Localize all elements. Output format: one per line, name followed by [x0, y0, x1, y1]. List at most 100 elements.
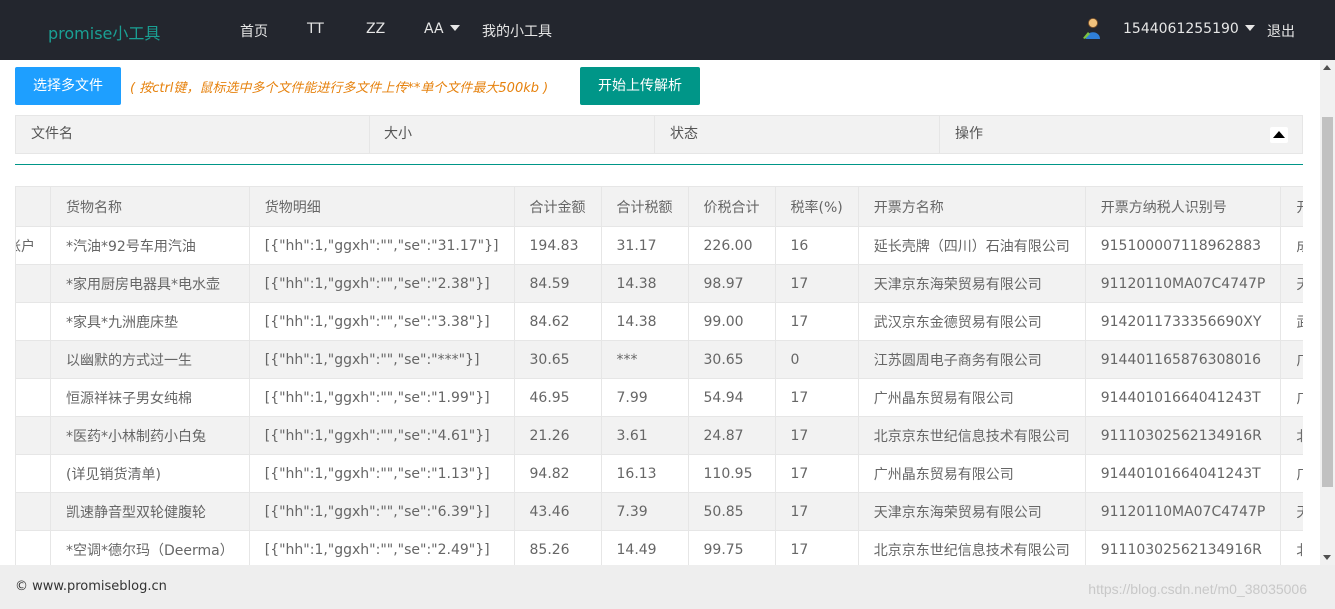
table-cell: 91440101664041243T	[1085, 454, 1282, 493]
table-row[interactable]: 银行账户*汽油*92号车用汽油[{"hh":1,"ggxh":"","se":"…	[16, 226, 1303, 265]
nav-item-zz[interactable]: ZZ	[366, 21, 385, 37]
watermark: https://blog.csdn.net/m0_38035006	[1088, 581, 1307, 597]
table-cell	[16, 378, 51, 417]
chevron-down-icon	[1244, 25, 1255, 31]
table-cell: 54.94	[688, 378, 776, 417]
table-cell: 99.00	[688, 302, 776, 341]
table-cell: ***	[601, 340, 689, 379]
table-cell: 7.99	[601, 378, 689, 417]
column-header[interactable]: 价税合计	[688, 186, 776, 227]
column-header[interactable]: 开票方地址及电话	[1280, 186, 1303, 227]
table-cell: 194.83	[514, 226, 602, 265]
column-filename: 文件名	[16, 116, 370, 153]
table-row[interactable]: (详见销货清单) [{"hh":1,"ggxh":"","se":"1.13"}]…	[16, 454, 1303, 493]
top-navbar: promise小工具 首页 TT ZZ AA 我的小工具 15440612551…	[0, 0, 1335, 60]
nav-item-home[interactable]: 首页	[240, 21, 268, 41]
table-cell	[16, 530, 51, 565]
table-cell: 91110302562134916R	[1085, 530, 1282, 565]
user-menu[interactable]: 1544061255190	[1123, 21, 1255, 37]
scroll-up-icon[interactable]	[1323, 65, 1331, 70]
table-cell: 广州市黄埔区九龙镇	[1280, 378, 1303, 417]
column-action: 操作	[955, 126, 983, 142]
table-row[interactable]: *家具*九洲鹿床垫 [{"hh":1,"ggxh":"","se":"3.38"}…	[16, 302, 1303, 341]
table-cell	[16, 454, 51, 493]
select-files-button[interactable]: 选择多文件	[15, 67, 121, 105]
nav-item-my-tools[interactable]: 我的小工具	[482, 21, 552, 41]
table-cell: 广州市黄埔区九龙镇	[1280, 454, 1303, 493]
table-cell: 914401165876308016	[1085, 340, 1282, 379]
table-cell: 广州晶东贸易有限公司	[858, 454, 1086, 493]
table-cell: *空调*德尔玛（Deerma）	[50, 530, 250, 565]
table-cell: 46.95	[514, 378, 602, 417]
table-cell	[16, 264, 51, 303]
username: 1544061255190	[1123, 21, 1239, 37]
table-cell: 7.39	[601, 492, 689, 531]
table-cell: 北京京东世纪信息技术有限公司	[858, 530, 1086, 565]
table-cell: *汽油*92号车用汽油	[50, 226, 250, 265]
table-row[interactable]: *医药*小林制药小白兔 [{"hh":1,"ggxh":"","se":"4.61…	[16, 416, 1303, 455]
table-cell: 北京市北京经济技术开发区	[1280, 530, 1303, 565]
table-cell: 17	[775, 530, 859, 565]
table-row[interactable]: 以幽默的方式过一生 [{"hh":1,"ggxh":"","se":"***"}]…	[16, 340, 1303, 379]
table-cell: 91120110MA07C4747P	[1085, 492, 1282, 531]
table-cell: [{"hh":1,"ggxh":"","se":"2.38"}]	[249, 264, 515, 303]
column-header[interactable]: 合计金额	[514, 186, 602, 227]
scrollbar-thumb[interactable]	[1322, 117, 1333, 487]
table-cell: *家具*九洲鹿床垫	[50, 302, 250, 341]
logout-link[interactable]: 退出	[1267, 21, 1295, 41]
footer: © www.promiseblog.cn https://blog.csdn.n…	[0, 565, 1335, 609]
triangle-up-icon	[1273, 131, 1285, 138]
nav-item-tt[interactable]: TT	[307, 21, 324, 37]
table-cell: 17	[775, 302, 859, 341]
column-size: 大小	[369, 116, 655, 153]
start-upload-button[interactable]: 开始上传解析	[580, 67, 700, 105]
nav-item-aa[interactable]: AA	[424, 21, 460, 37]
table-cell: 84.59	[514, 264, 602, 303]
table-cell: 31.17	[601, 226, 689, 265]
table-cell: 广州市黄埔区九龙镇	[1280, 340, 1303, 379]
upload-hint: ( 按ctrl键，鼠标选中多个文件能进行多文件上传**单个文件最大500kb )	[130, 81, 549, 96]
column-header[interactable]: 税率(%)	[775, 186, 859, 227]
column-header[interactable]: 货物明细	[249, 186, 515, 227]
column-header[interactable]: 开票方名称	[858, 186, 1086, 227]
table-row[interactable]: 恒源祥袜子男女纯棉 [{"hh":1,"ggxh":"","se":"1.99"}…	[16, 378, 1303, 417]
main-content: 选择多文件 ( 按ctrl键，鼠标选中多个文件能进行多文件上传**单个文件最大5…	[0, 60, 1320, 565]
table-cell: 16.13	[601, 454, 689, 493]
table-row[interactable]: *家用厨房电器具*电水壶 [{"hh":1,"ggxh":"","se":"2.3…	[16, 264, 1303, 303]
table-cell: 武汉京东金德贸易有限公司	[858, 302, 1086, 341]
column-header[interactable]: 合计税额	[601, 186, 689, 227]
column-header[interactable]: 账号	[16, 186, 51, 227]
table-row[interactable]: 凯速静音型双轮健腹轮 [{"hh":1,"ggxh":"","se":"6.39"…	[16, 492, 1303, 531]
table-cell: 恒源祥袜子男女纯棉	[50, 378, 250, 417]
table-cell: *家用厨房电器具*电水壶	[50, 264, 250, 303]
chevron-down-icon	[449, 25, 460, 31]
table-cell: 江苏圆周电子商务有限公司	[858, 340, 1086, 379]
table-cell: 北京市北京经济技术开发区	[1280, 416, 1303, 455]
column-header[interactable]: 货物名称	[50, 186, 250, 227]
upload-file-list-header: 文件名 大小 状态 操作	[15, 115, 1303, 154]
scroll-down-icon[interactable]	[1323, 555, 1331, 560]
table-cell: 110.95	[688, 454, 776, 493]
vertical-scrollbar[interactable]	[1320, 60, 1335, 565]
collapse-button[interactable]	[1270, 127, 1288, 143]
table-cell: 14.38	[601, 264, 689, 303]
table-cell: 91110302562134916R	[1085, 416, 1282, 455]
table-cell: 3.61	[601, 416, 689, 455]
brand-logo[interactable]: promise小工具	[48, 20, 160, 44]
table-cell: 94.82	[514, 454, 602, 493]
table-cell: 17	[775, 416, 859, 455]
table-row[interactable]: *空调*德尔玛（Deerma） [{"hh":1,"ggxh":"","se":"…	[16, 530, 1303, 565]
copyright: © www.promiseblog.cn	[15, 579, 167, 594]
table-cell: 24.87	[688, 416, 776, 455]
table-cell: 91120110MA07C4747P	[1085, 264, 1282, 303]
user-avatar-icon[interactable]	[1080, 17, 1104, 41]
table-cell: [{"hh":1,"ggxh":"","se":"1.99"}]	[249, 378, 515, 417]
table-cell: 14.38	[601, 302, 689, 341]
column-header[interactable]: 开票方纳税人识别号	[1085, 186, 1282, 227]
table-cell: 21.26	[514, 416, 602, 455]
table-cell: 98.97	[688, 264, 776, 303]
table-cell: 14.49	[601, 530, 689, 565]
table-cell: 17	[775, 492, 859, 531]
invoice-table: 账号货物名称货物明细合计金额合计税额价税合计税率(%)开票方名称开票方纳税人识别…	[15, 186, 1303, 565]
table-cell: [{"hh":1,"ggxh":"","se":"3.38"}]	[249, 302, 515, 341]
